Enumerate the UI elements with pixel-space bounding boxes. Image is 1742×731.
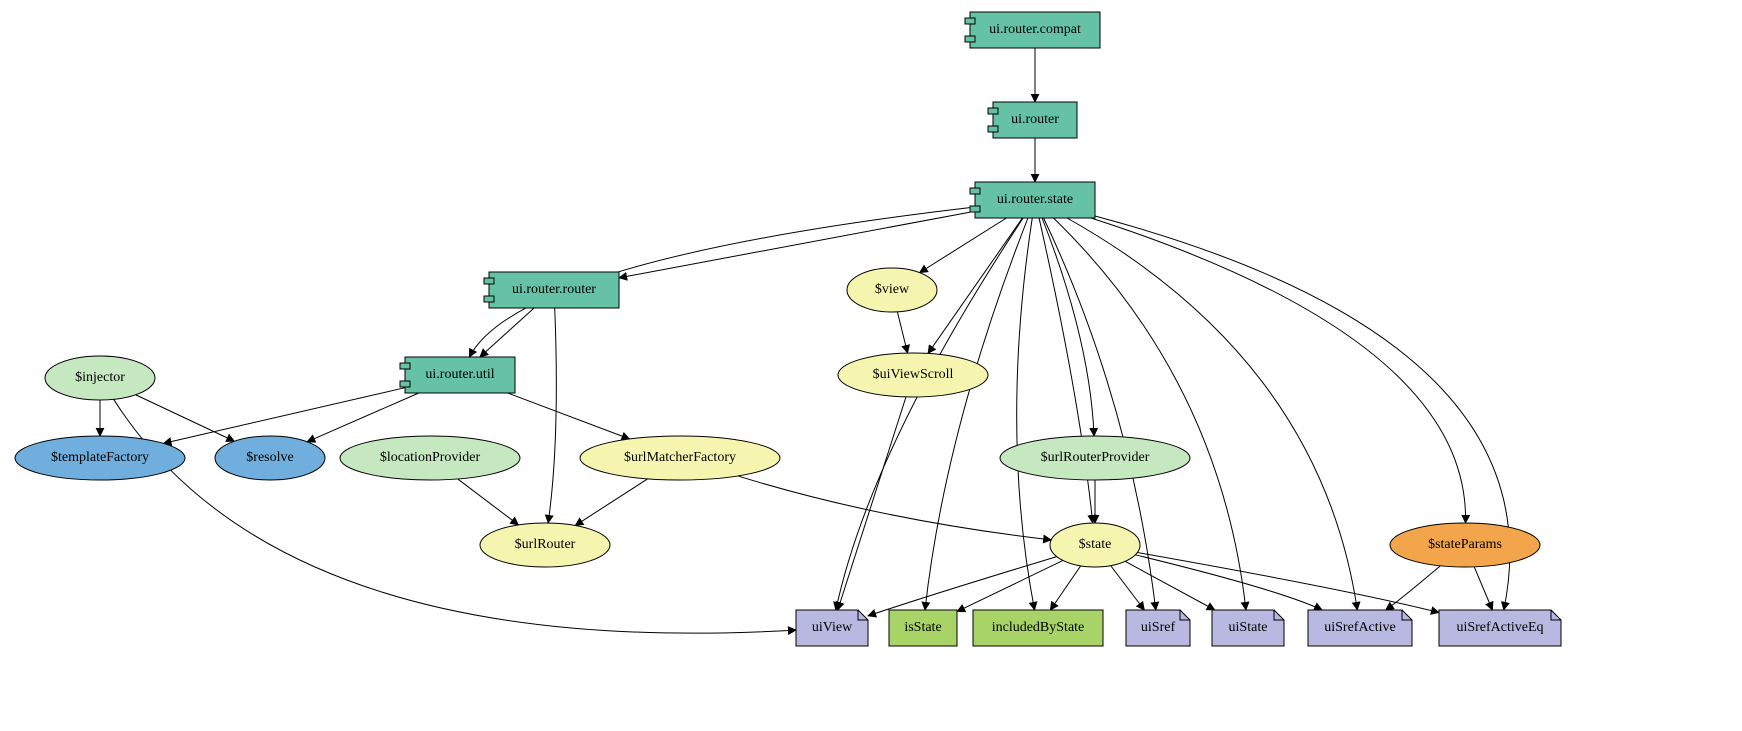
node-urlRouterProv: $urlRouterProvider <box>1000 436 1190 480</box>
edge-stateParams-uiSrefActiveEq <box>1474 567 1492 610</box>
node-label: uiState <box>1229 620 1268 635</box>
edge-routerrouter-util <box>480 308 534 357</box>
node-uiState: uiState <box>1212 610 1284 646</box>
node-label: $templateFactory <box>51 450 149 465</box>
node-label: uiSref <box>1141 620 1176 635</box>
node-injector: $injector <box>45 356 155 400</box>
edge-stateSvc-uiSref <box>1111 566 1145 610</box>
edge-injector-resolve <box>136 395 235 441</box>
node-resolve: $resolve <box>215 436 325 480</box>
node-label: uiSrefActiveEq <box>1456 620 1543 635</box>
node-urlMatch: $urlMatcherFactory <box>580 436 780 480</box>
edge-util-resolve <box>307 393 419 442</box>
node-label: $urlMatcherFactory <box>624 450 736 465</box>
node-label: isState <box>904 620 941 635</box>
edge-util-urlMatch <box>508 393 630 439</box>
node-locProv: $locationProvider <box>340 436 520 480</box>
edge-state-routerrouter <box>619 211 975 278</box>
edge-locProv-urlRouter <box>458 479 519 525</box>
node-uiSref: uiSref <box>1126 610 1190 646</box>
edge-util-tplFactory <box>163 388 405 444</box>
node-urlRouter: $urlRouter <box>480 523 610 567</box>
node-uiSrefActive: uiSrefActive <box>1308 610 1412 646</box>
node-util: ui.router.util <box>400 357 515 393</box>
node-label: uiSrefActive <box>1324 620 1396 635</box>
node-label: $injector <box>75 370 125 385</box>
edge-state-urlRouterProv <box>1042 218 1094 436</box>
node-stateParams: $stateParams <box>1390 523 1540 567</box>
node-label: ui.router.state <box>997 192 1073 207</box>
node-inclByState: includedByState <box>973 610 1103 646</box>
edge-routerrouter-urlRouter <box>548 308 556 523</box>
edge-state-isState <box>925 218 1028 610</box>
node-state: ui.router.state <box>970 182 1095 218</box>
edge-stateSvc-inclByState <box>1050 566 1080 610</box>
node-label: $stateParams <box>1428 537 1502 552</box>
node-label: $view <box>875 282 910 297</box>
edge-stateSvc-isState <box>957 560 1063 611</box>
edge-view-uiViewScroll <box>897 312 907 353</box>
edge-stateParams-uiSrefActive <box>1386 566 1441 610</box>
edge-state-uiViewScroll <box>928 218 1022 353</box>
node-label: ui.router.compat <box>989 22 1081 37</box>
edge-state-stateParams <box>1091 218 1466 523</box>
node-routerrouter: ui.router.router <box>484 272 619 308</box>
node-label: $locationProvider <box>380 450 481 465</box>
node-label: $state <box>1079 537 1112 552</box>
edge-urlMatch-stateSvc <box>738 476 1051 540</box>
edge-state-inclByState <box>1017 218 1035 610</box>
node-uiView: uiView <box>796 610 868 646</box>
edge-urlMatch-urlRouter <box>575 479 647 526</box>
node-router: ui.router <box>988 102 1077 138</box>
edge-stateSvc-uiView <box>868 557 1057 616</box>
node-label: ui.router <box>1011 112 1059 127</box>
node-label: ui.router.router <box>512 282 596 297</box>
node-view: $view <box>847 268 937 312</box>
node-tplFactory: $templateFactory <box>15 436 185 480</box>
node-isState: isState <box>889 610 957 646</box>
node-label: includedByState <box>992 620 1085 635</box>
node-label: $resolve <box>246 450 293 465</box>
edge-injector-uiView <box>114 399 796 633</box>
node-label: uiView <box>812 620 853 635</box>
edge-uiViewScroll-uiView <box>838 397 906 610</box>
node-label: $urlRouterProvider <box>1041 450 1150 465</box>
node-compat: ui.router.compat <box>965 12 1100 48</box>
dependency-graph: ui.router.compat ui.router ui.router.state… <box>0 0 1742 731</box>
node-uiViewScroll: $uiViewScroll <box>838 353 988 397</box>
node-label: $uiViewScroll <box>873 367 954 382</box>
node-label: ui.router.util <box>425 367 494 382</box>
node-stateSvc: $state <box>1050 523 1140 567</box>
node-label: $urlRouter <box>515 537 576 552</box>
node-uiSrefActiveEq: uiSrefActiveEq <box>1439 610 1561 646</box>
